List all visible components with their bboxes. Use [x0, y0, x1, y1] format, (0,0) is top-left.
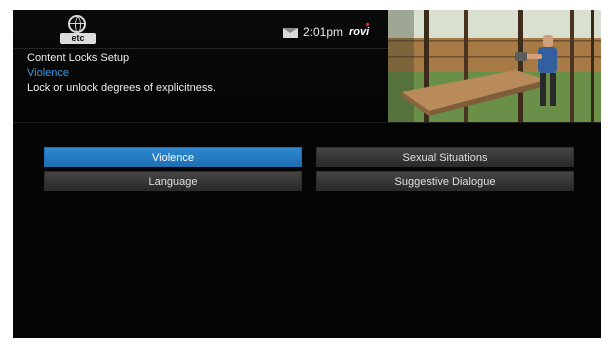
- etc-logo: etc: [59, 15, 103, 45]
- option-sexual-situations[interactable]: Sexual Situations: [316, 147, 574, 167]
- video-preview-image: [388, 10, 601, 122]
- video-preview: [388, 10, 601, 122]
- content-lock-options: Violence Sexual Situations Language Sugg…: [44, 147, 575, 193]
- section-divider: [13, 122, 601, 123]
- page-title: Content Locks Setup: [27, 52, 130, 64]
- page-description: Lock or unlock degrees of explicitness.: [27, 82, 216, 94]
- globe-icon: [68, 15, 86, 33]
- option-language[interactable]: Language: [44, 171, 302, 191]
- clock: 2:01pm: [303, 25, 344, 39]
- header-panel: etc 2:01pm rovi Content Locks Setup Viol…: [13, 10, 388, 122]
- option-violence[interactable]: Violence: [44, 147, 302, 167]
- logo-text: etc: [71, 33, 85, 43]
- tv-screen: etc 2:01pm rovi Content Locks Setup Viol…: [13, 10, 601, 338]
- mail-icon: [283, 28, 298, 38]
- option-suggestive-dialogue[interactable]: Suggestive Dialogue: [316, 171, 574, 191]
- page-subtitle: Violence: [27, 67, 69, 79]
- header-separator: [13, 48, 388, 49]
